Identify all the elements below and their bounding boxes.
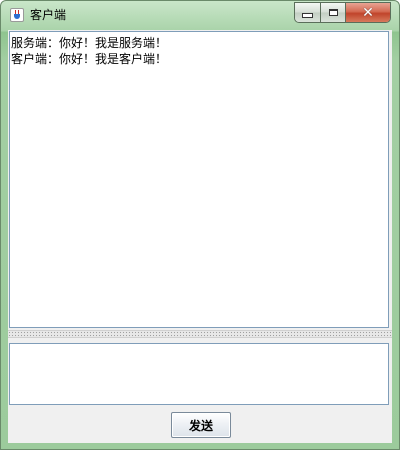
split-pane-divider[interactable]: [8, 330, 392, 338]
client-area: 服务端：你好！我是服务端！ 客户端：你好！我是客户端！ 发送: [8, 30, 392, 443]
minimize-button[interactable]: [295, 3, 321, 22]
chat-message: 客户端：你好！我是客户端！: [11, 52, 168, 66]
cup-glyph: [14, 14, 20, 19]
message-input[interactable]: [9, 343, 389, 405]
title-bar[interactable]: 客户端 ✕: [1, 1, 399, 29]
minimize-icon: [302, 13, 313, 18]
send-button[interactable]: 发送: [171, 412, 231, 438]
close-button[interactable]: ✕: [346, 3, 390, 22]
chat-log[interactable]: 服务端：你好！我是服务端！ 客户端：你好！我是客户端！: [9, 31, 389, 328]
close-icon: ✕: [362, 4, 374, 21]
chat-message: 服务端：你好！我是服务端！: [11, 36, 168, 50]
window-title: 客户端: [30, 8, 67, 22]
app-window: 客户端 ✕ 服务端：你好！我是服务端！ 客户端：你好！我是客户端！ 发送: [0, 0, 400, 450]
window-controls: ✕: [294, 2, 391, 23]
java-cup-icon[interactable]: [10, 8, 24, 22]
maximize-icon: [328, 9, 338, 16]
maximize-button[interactable]: [321, 3, 346, 22]
